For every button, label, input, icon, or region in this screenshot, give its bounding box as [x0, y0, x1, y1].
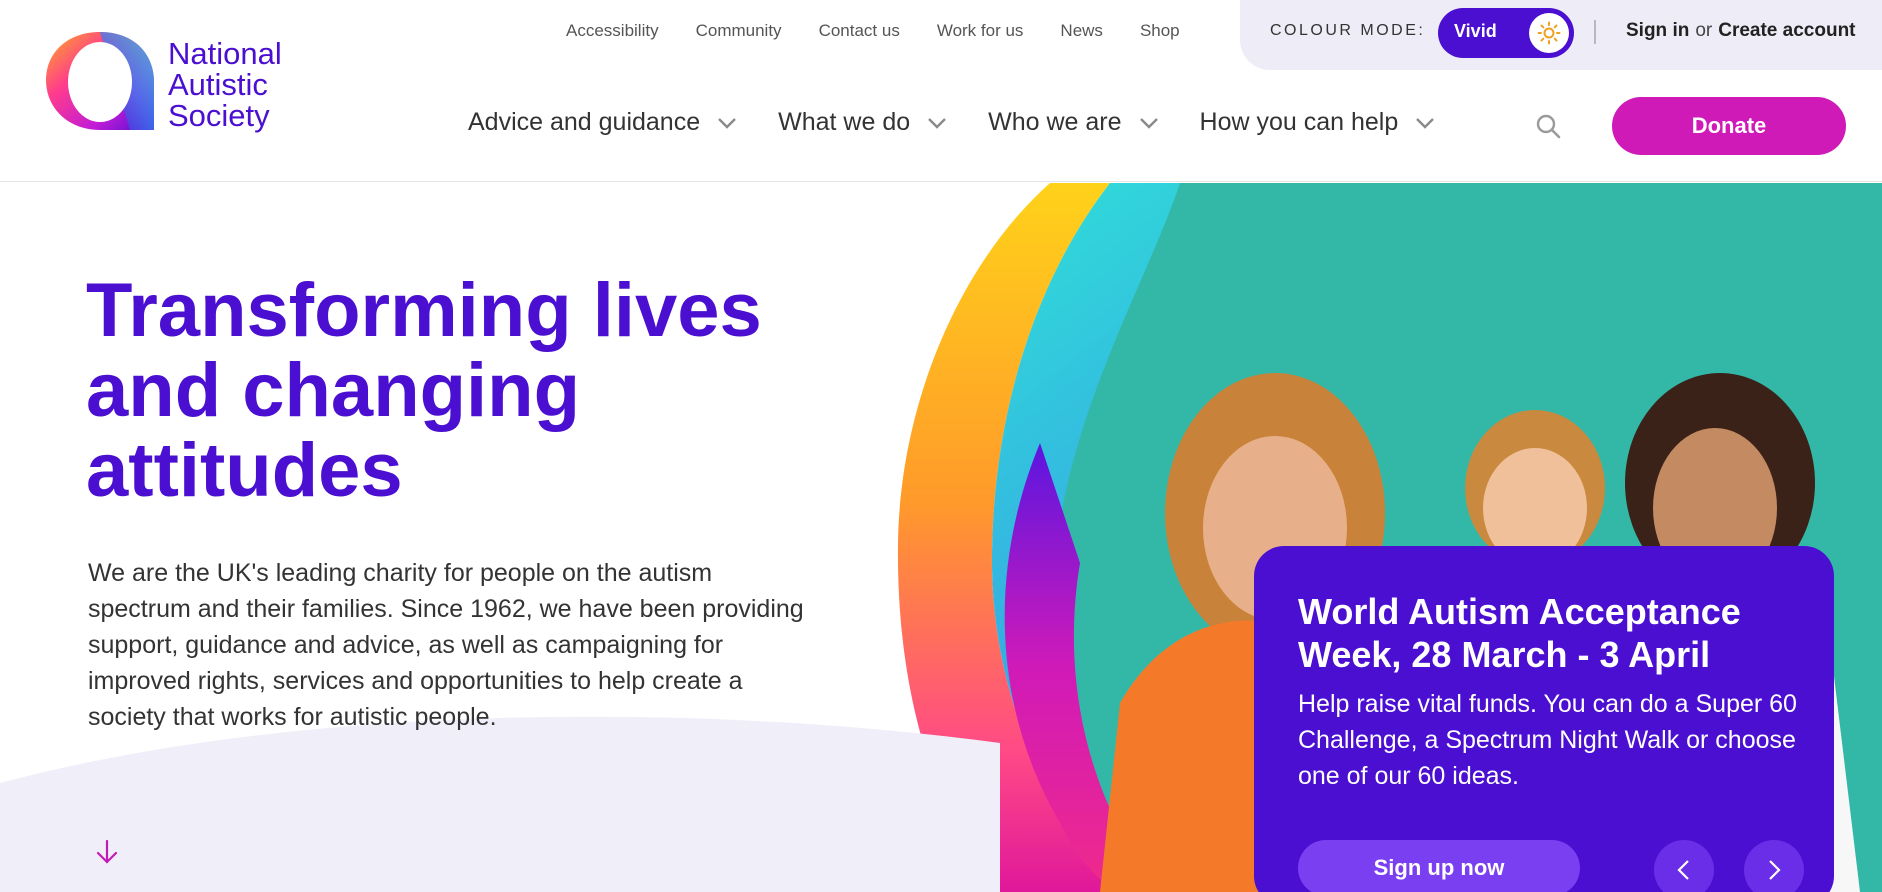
util-link-contact-us[interactable]: Contact us [819, 20, 900, 42]
colour-mode-panel: COLOUR MODE: Vivid Sign in or Create accou… [1240, 0, 1882, 70]
carousel-prev-button[interactable] [1654, 840, 1714, 892]
hero-description: We are the UK's leading charity for peop… [88, 559, 804, 731]
nav-item-how-you-can-help[interactable]: How you can help [1200, 108, 1437, 137]
nav-item-who-we-are[interactable]: Who we are [988, 108, 1159, 137]
hero-title: Transforming lives and changing attitude… [86, 268, 762, 513]
donate-button[interactable]: Donate [1612, 97, 1846, 155]
colour-mode-value: Vivid [1454, 21, 1497, 41]
logo-line: Society [168, 98, 270, 133]
chevron-down-icon [928, 117, 946, 129]
nav-item-label: Advice and guidance [468, 108, 701, 136]
hero-section: Transforming lives and changing attitude… [0, 183, 1882, 892]
chevron-down-icon [1139, 117, 1158, 129]
site-header: National Autistic Society Accessibility … [0, 0, 1882, 182]
scroll-down-button[interactable] [92, 837, 122, 872]
nav-item-label: Who we are [988, 108, 1122, 136]
nav-item-advice-and-guidance[interactable]: Advice and guidance [468, 108, 738, 137]
promo-description: Help raise vital funds. You can do a Sup… [1298, 690, 1797, 790]
divider [1594, 20, 1596, 44]
logo-icon [46, 32, 154, 130]
util-link-news[interactable]: News [1060, 20, 1103, 42]
sign-up-button[interactable]: Sign up now [1298, 840, 1580, 892]
chevron-down-icon [718, 117, 736, 129]
nav-item-label: What we do [778, 108, 911, 136]
nav-item-label: How you can help [1199, 108, 1399, 136]
colour-mode-toggle[interactable]: Vivid [1438, 8, 1574, 58]
logo-wordmark: National Autistic Society [168, 38, 282, 131]
chevron-down-icon [1416, 117, 1435, 129]
sun-icon [1537, 21, 1561, 45]
create-account-link[interactable]: Create account [1718, 20, 1855, 41]
colour-mode-label: COLOUR MODE: [1270, 22, 1426, 39]
search-button[interactable] [1534, 112, 1562, 140]
toggle-knob [1529, 13, 1569, 53]
account-links: Sign in or Create account [1626, 20, 1856, 42]
utility-nav: Accessibility Community Contact us Work … [566, 20, 1217, 42]
logo-line: National [168, 36, 282, 71]
bottom-wave [0, 716, 1000, 892]
arrow-down-icon [96, 839, 118, 864]
util-link-work-for-us[interactable]: Work for us [937, 20, 1024, 42]
chevron-right-icon [1769, 860, 1781, 880]
logo-link[interactable]: National Autistic Society [44, 30, 304, 134]
util-link-accessibility[interactable]: Accessibility [566, 20, 659, 42]
sign-in-link[interactable]: Sign in [1626, 20, 1689, 41]
carousel-next-button[interactable] [1744, 840, 1804, 892]
search-icon [1536, 114, 1561, 139]
or-text: or [1695, 20, 1713, 41]
util-link-community[interactable]: Community [696, 20, 782, 42]
logo-line: Autistic [168, 67, 268, 102]
promo-title: World Autism Acceptance Week, 28 March -… [1298, 591, 1741, 675]
promo-card: World Autism Acceptance Week, 28 March -… [1254, 546, 1834, 892]
chevron-left-icon [1677, 860, 1689, 880]
nav-item-what-we-do[interactable]: What we do [778, 108, 948, 137]
main-nav: Advice and guidance What we do Who we ar… [468, 108, 1476, 137]
util-link-shop[interactable]: Shop [1140, 20, 1180, 42]
